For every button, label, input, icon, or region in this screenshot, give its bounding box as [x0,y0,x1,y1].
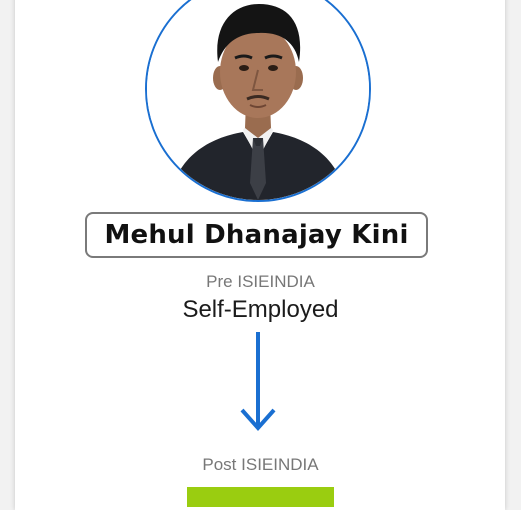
pre-isieindia-label: Pre ISIEINDIA [206,272,315,291]
post-isieindia-label: Post ISIEINDIA [202,455,319,474]
pre-isieindia-value: Self-Employed [182,296,339,323]
arrow-down-icon [240,332,276,432]
profile-name: Mehul Dhanajay Kini [104,220,409,250]
person-portrait-photo [147,0,369,200]
name-box: Mehul Dhanajay Kini [85,212,428,258]
post-isieindia-badge [187,487,334,507]
